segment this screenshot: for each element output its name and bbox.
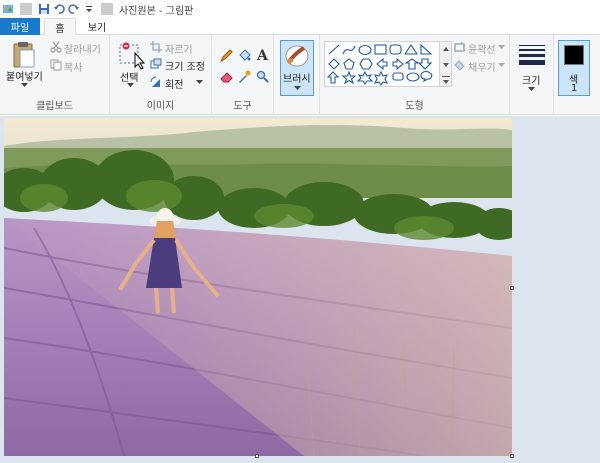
undo-icon[interactable] <box>53 3 65 15</box>
ribbon-tabs: 파일 홈 보기 <box>0 18 600 36</box>
tab-home[interactable]: 홈 <box>44 18 76 36</box>
text-icon[interactable]: A <box>256 48 270 62</box>
rotate-button[interactable]: 회전 <box>165 76 183 91</box>
cut-button[interactable]: 잘라내기 <box>64 41 101 56</box>
title-separator <box>20 3 32 15</box>
brushes-button[interactable]: 브러시 <box>280 40 314 96</box>
rotate-icon <box>150 76 160 87</box>
color1-swatch <box>564 45 584 65</box>
crop-icon <box>150 41 162 53</box>
select-dropdown-icon[interactable] <box>127 83 134 88</box>
save-icon[interactable] <box>38 3 50 15</box>
canvas-image[interactable] <box>4 118 512 456</box>
copy-button[interactable]: 복사 <box>64 59 82 74</box>
resize-icon <box>150 58 162 69</box>
color1-button[interactable]: 색 1 <box>558 40 590 96</box>
tools-group: A 도구 <box>212 35 274 115</box>
title-bar: 사진원본 - 그림판 <box>0 0 600 18</box>
size-button[interactable]: 크기 <box>516 40 548 96</box>
redo-icon[interactable] <box>68 3 80 15</box>
shapes-scroll-arrows-icon <box>442 47 450 84</box>
image-group-label: 이미지 <box>146 101 175 112</box>
tools-group-label: 도구 <box>233 101 252 112</box>
canvas-resize-handle-bottom[interactable] <box>255 454 259 458</box>
paint-app-icon[interactable] <box>2 3 14 15</box>
paste-icon <box>13 42 35 68</box>
shapes-gallery-icons <box>326 43 433 86</box>
canvas-resize-handle-right[interactable] <box>510 286 514 290</box>
select-label[interactable]: 선택 <box>120 69 138 84</box>
lavender-field-photo <box>4 118 512 456</box>
size-label: 크기 <box>522 76 541 87</box>
fill-icon <box>454 60 465 71</box>
image-group: 선택 자르기 크기 조정 회전 이미지 <box>110 35 212 115</box>
fill-button[interactable]: 채우기 <box>468 59 496 74</box>
clipboard-group: 붙여넣기 잘라내기 복사 클립보드 <box>0 35 110 115</box>
select-button[interactable] <box>118 41 148 71</box>
fill-dropdown-icon[interactable] <box>498 63 505 68</box>
color-picker-icon[interactable] <box>238 70 251 83</box>
title-separator-2 <box>101 3 113 15</box>
brush-icon <box>285 45 309 67</box>
crop-button[interactable]: 자르기 <box>165 41 193 56</box>
paste-label[interactable]: 붙여넣기 <box>6 68 43 83</box>
canvas-resize-handle-corner[interactable] <box>510 454 514 458</box>
rotate-dropdown-icon[interactable] <box>196 80 203 85</box>
pencil-icon[interactable] <box>220 49 233 62</box>
resize-button[interactable]: 크기 조정 <box>165 58 205 73</box>
tab-file[interactable]: 파일 <box>0 18 40 35</box>
svg-text:A: A <box>256 48 269 62</box>
tab-view[interactable]: 보기 <box>80 18 114 35</box>
clipboard-group-label: 클립보드 <box>36 101 73 112</box>
shapes-scrollbar[interactable] <box>440 41 452 87</box>
copy-icon <box>50 59 62 71</box>
shapes-group: 윤곽선 채우기 도형 <box>320 35 510 115</box>
fill-bucket-icon[interactable] <box>238 49 251 62</box>
quick-access-toolbar <box>0 0 116 18</box>
customize-dropdown-icon[interactable] <box>83 3 95 15</box>
magnifier-icon[interactable] <box>256 70 269 83</box>
select-icon <box>119 41 146 70</box>
brushes-group: 브러시 <box>274 35 320 115</box>
size-dropdown-icon <box>528 87 535 91</box>
eraser-icon[interactable] <box>220 70 233 83</box>
outline-button[interactable]: 윤곽선 <box>468 41 496 56</box>
line-width-icon <box>519 45 545 65</box>
shapes-gallery[interactable] <box>324 41 440 87</box>
ribbon: 붙여넣기 잘라내기 복사 클립보드 선택 자르기 크기 조정 회전 이미지 A … <box>0 35 600 115</box>
color1-index: 1 <box>571 83 578 94</box>
paste-dropdown-icon[interactable] <box>21 83 28 88</box>
window-title: 사진원본 - 그림판 <box>119 5 194 17</box>
shapes-group-label: 도형 <box>405 101 424 112</box>
brushes-label: 브러시 <box>283 74 311 85</box>
brushes-dropdown-icon <box>294 86 301 90</box>
outline-icon <box>454 41 466 52</box>
size-group: 크기 <box>510 35 554 115</box>
outline-dropdown-icon[interactable] <box>498 45 505 50</box>
cut-icon <box>50 41 62 53</box>
